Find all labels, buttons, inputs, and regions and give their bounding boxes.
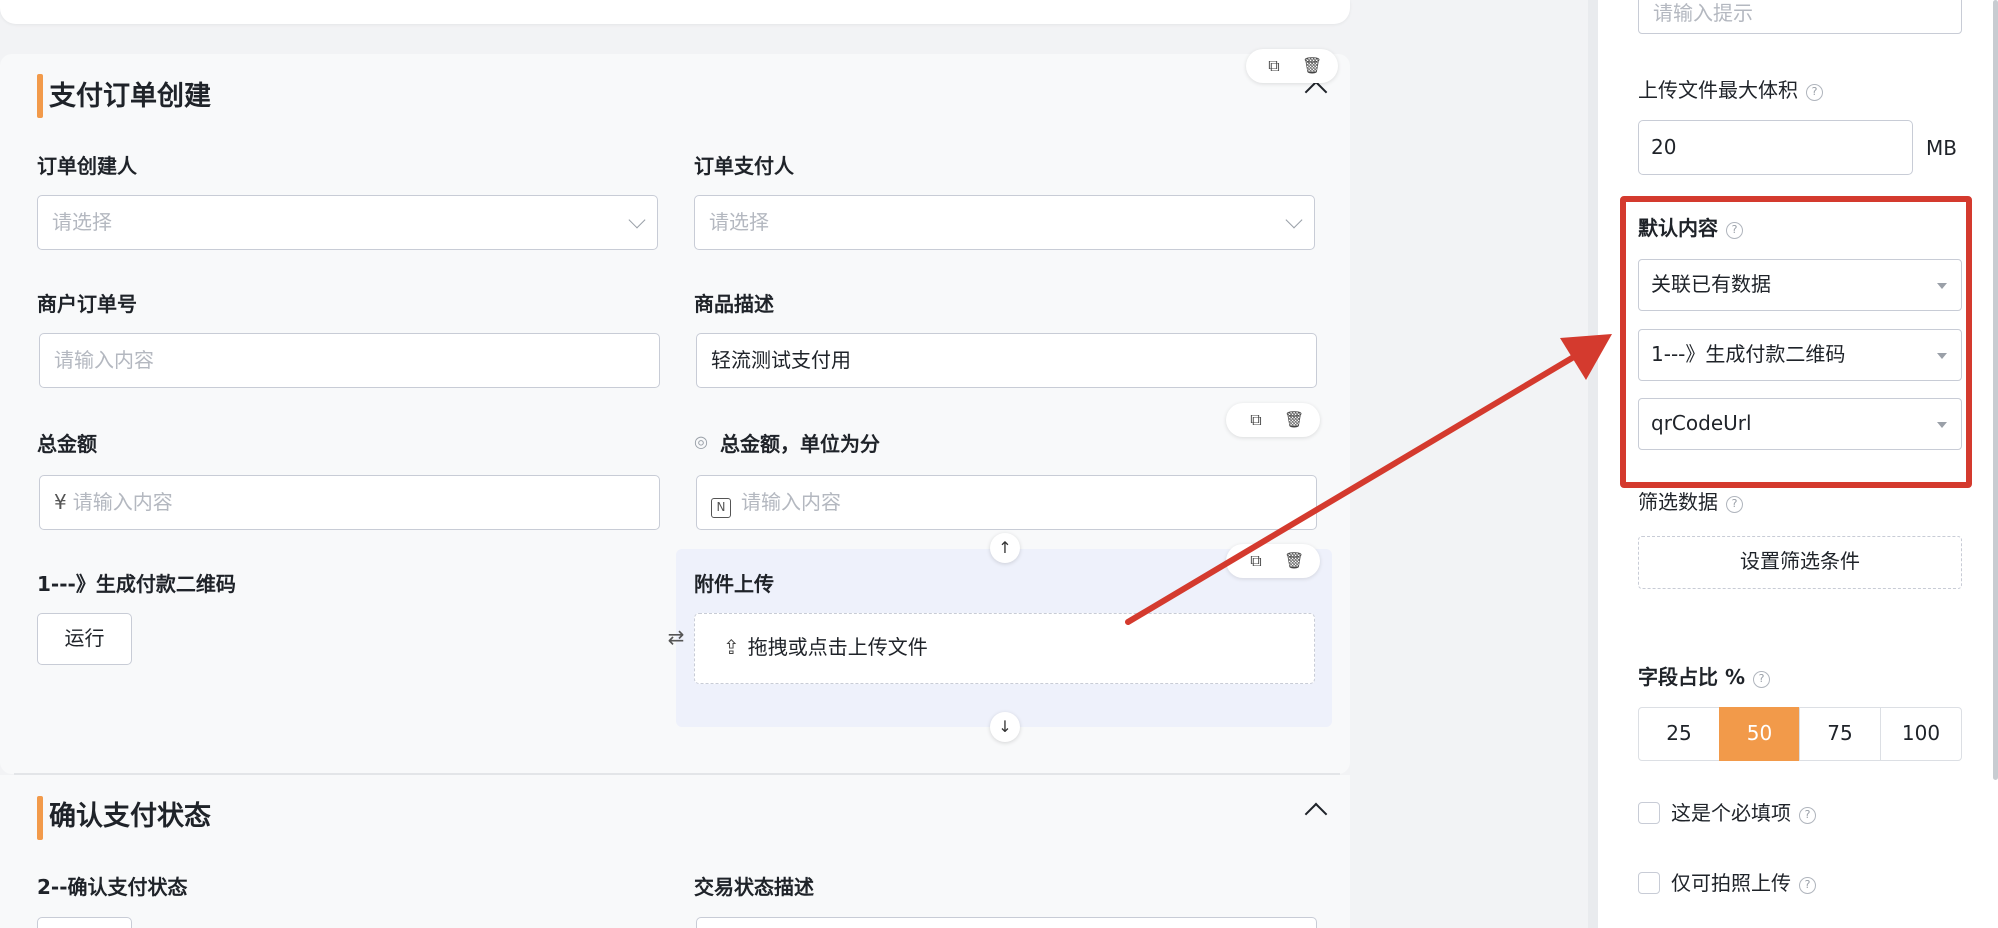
- annotation-arrow: [1125, 334, 1612, 625]
- annotation-arrow-line: [1125, 355, 1575, 625]
- annotation-arrow-head: [1560, 334, 1612, 380]
